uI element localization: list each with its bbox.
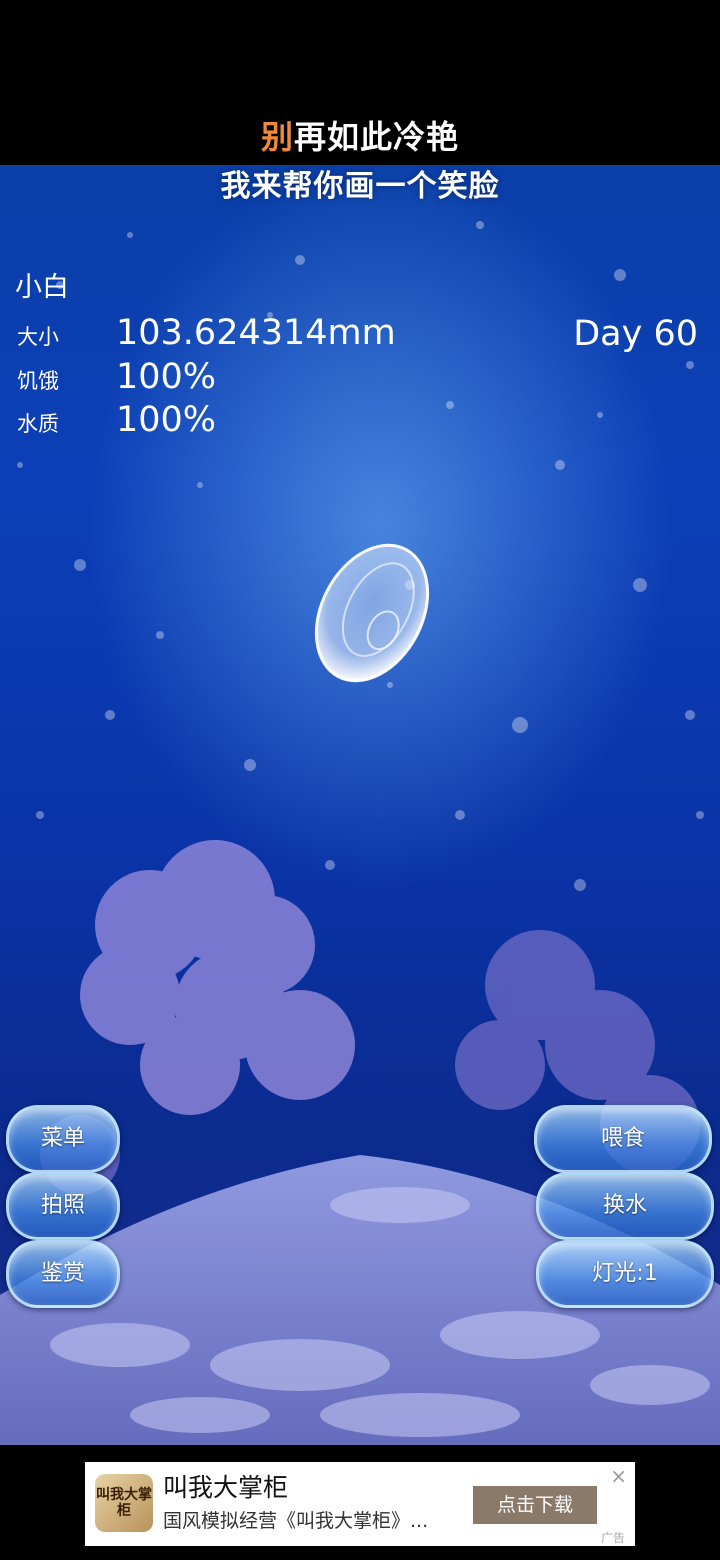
ad-game-logo: 叫我大掌柜 [95,1474,153,1532]
size-label: 大小 [17,325,59,349]
lyric-line-2: 我来帮你画一个笑脸 [220,169,500,204]
ad-label: 广告 [600,1531,625,1545]
aquarium-scene[interactable]: 我来帮你画一个笑脸 小白 大小 103.624314mm Day 60 饥饿 1… [0,165,720,1445]
hunger-label: 饥饿 [17,369,59,393]
jellyfish[interactable] [294,526,450,700]
lyric-accent-char: 别 [260,118,294,156]
water-quality-value: 100% [116,400,217,440]
close-icon[interactable]: × [610,1464,627,1488]
ad-title: 叫我大掌柜 [163,1473,289,1502]
day-counter: Day 60 [573,314,698,354]
change-water-button[interactable]: 换水 [536,1172,714,1240]
ad-download-button[interactable]: 点击下载 [473,1486,597,1524]
jellyfish-name: 小白 [15,272,69,303]
light-button[interactable]: 灯光:1 [536,1240,714,1308]
gallery-button[interactable]: 鉴赏 [6,1240,120,1308]
ad-banner[interactable]: 叫我大掌柜 叫我大掌柜 国风模拟经营《叫我大掌柜》... 点击下载 × 广告 [85,1462,635,1546]
water-quality-label: 水质 [17,412,59,436]
size-value: 103.624314mm [116,313,396,353]
lyric-line-1: 别再如此冷艳 [0,112,720,158]
feed-button[interactable]: 喂食 [534,1105,712,1173]
hunger-value: 100% [116,357,217,397]
menu-button[interactable]: 菜单 [6,1105,120,1173]
ad-description: 国风模拟经营《叫我大掌柜》... [163,1510,429,1532]
photo-button[interactable]: 拍照 [6,1172,120,1240]
lyric-line-1-text: 再如此冷艳 [294,118,460,156]
